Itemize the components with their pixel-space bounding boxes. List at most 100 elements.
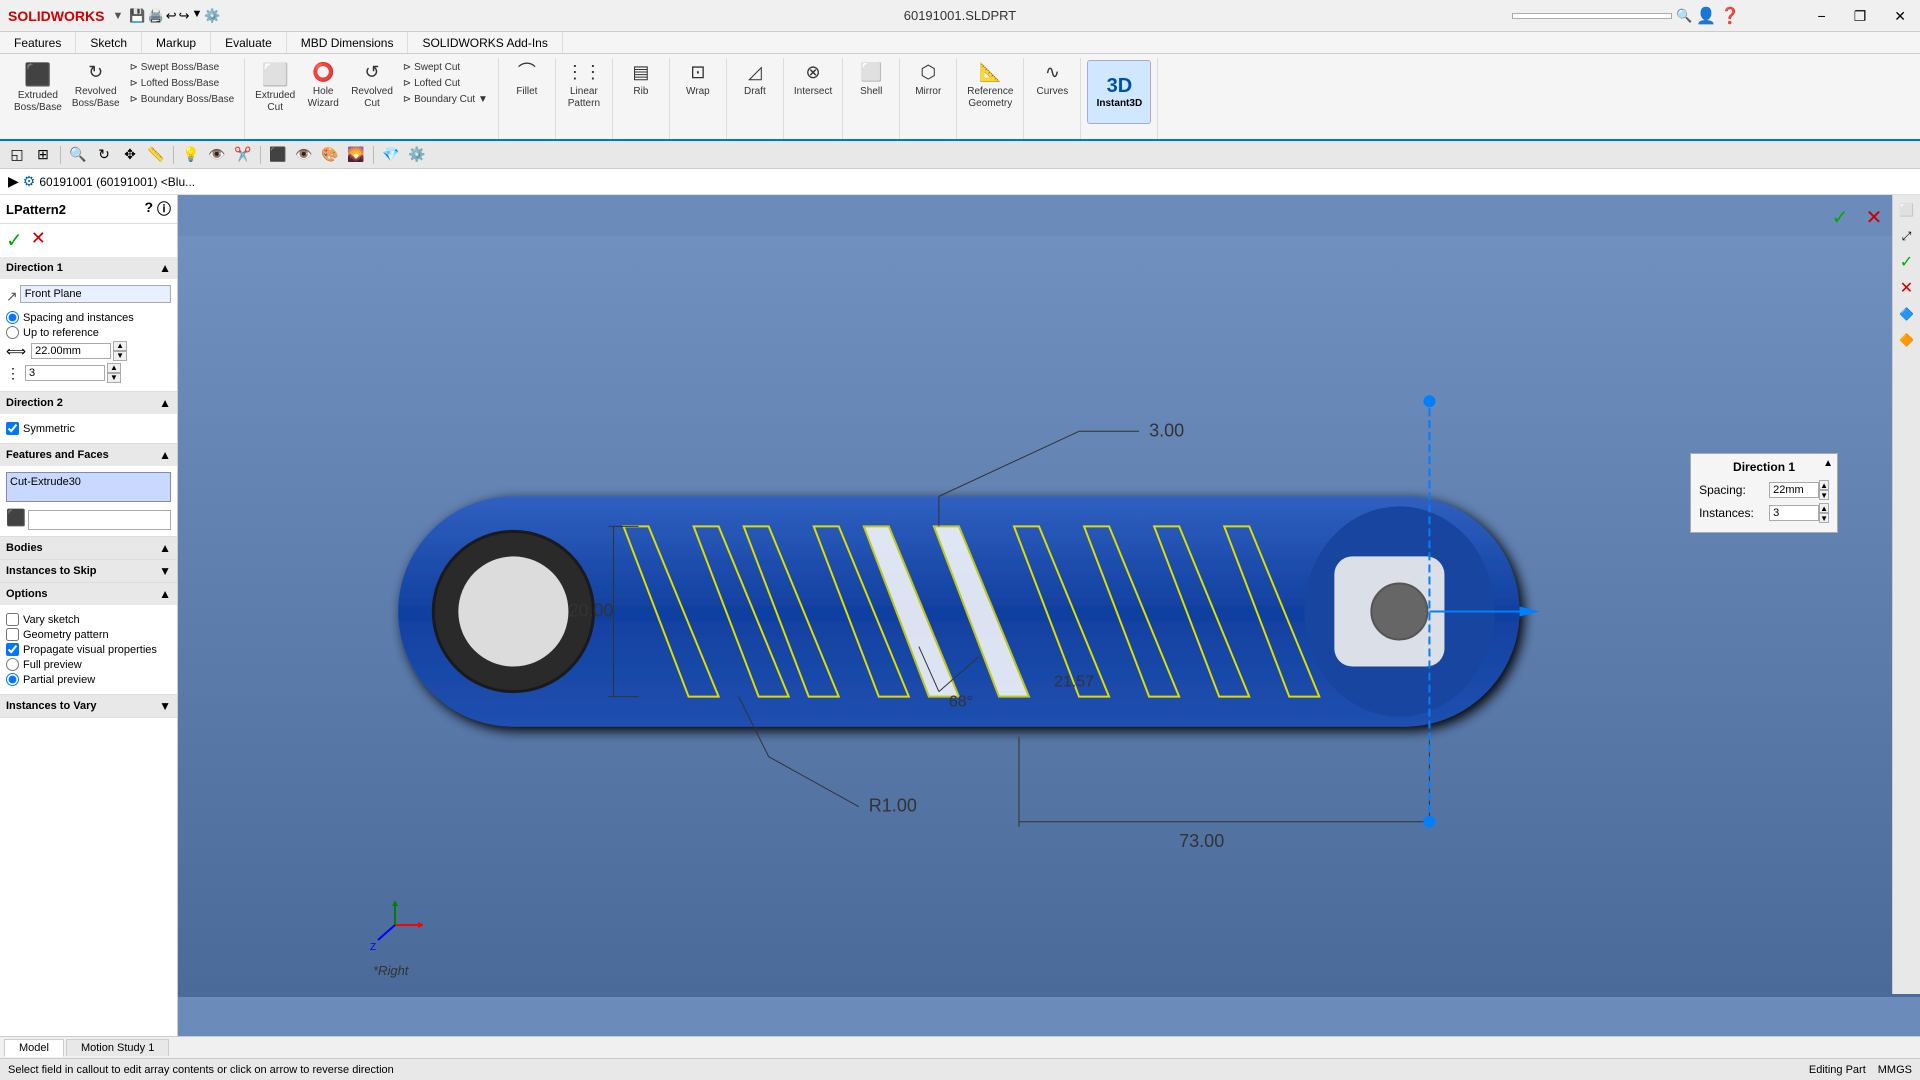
tab-features[interactable]: Features [0, 32, 76, 53]
shell-button[interactable]: ⬜ Shell [849, 60, 893, 100]
user-icon[interactable]: 👤 [1696, 6, 1716, 26]
wrap-button[interactable]: ⊡ Wrap [676, 60, 720, 100]
boundary-boss-base-button[interactable]: ⊳ Boundary Boss/Base [126, 92, 239, 107]
swept-boss-base-button[interactable]: ⊳ Swept Boss/Base [126, 60, 239, 75]
callout-instances-down[interactable]: ▼ [1819, 513, 1829, 523]
features-faces-header[interactable]: Features and Faces ▲ [0, 444, 177, 466]
tab-evaluate[interactable]: Evaluate [211, 32, 287, 53]
tb-hide-show[interactable]: 👁️ [293, 144, 315, 166]
hole-wizard-button[interactable]: ⭕ HoleWizard [301, 60, 345, 112]
spacing-down[interactable]: ▼ [113, 351, 127, 361]
instances-skip-header[interactable]: Instances to Skip ▼ [0, 560, 177, 582]
tb-settings[interactable]: ⚙️ [406, 144, 428, 166]
tab-sketch[interactable]: Sketch [76, 32, 142, 53]
fillet-button[interactable]: ⌒ Fillet [505, 60, 549, 100]
tab-model[interactable]: Model [4, 1039, 64, 1057]
tb-rotate-btn[interactable]: ↻ [93, 144, 115, 166]
linear-pattern-button[interactable]: ⋮⋮ LinearPattern [562, 60, 606, 112]
extruded-boss-base-button[interactable]: ⬛ ExtrudedBoss/Base [10, 60, 66, 116]
swept-cut-button[interactable]: ⊳ Swept Cut [399, 60, 492, 75]
instances-down[interactable]: ▼ [107, 373, 121, 383]
instances-up[interactable]: ▲ [107, 363, 121, 373]
tb-section-view[interactable]: ✂️ [232, 144, 254, 166]
revolved-cut-button[interactable]: ↺ RevolvedCut [347, 60, 397, 112]
features-face-input[interactable] [28, 510, 171, 530]
callout-instances-up[interactable]: ▲ [1819, 503, 1829, 513]
spacing-up[interactable]: ▲ [113, 341, 127, 351]
tb-view-btn1[interactable]: ◱ [6, 144, 28, 166]
quick-access-dropdown[interactable]: ▼ [192, 8, 203, 24]
ok-button[interactable]: ✓ [6, 228, 23, 253]
direction1-collapse[interactable]: ▲ [159, 261, 171, 275]
tb-zoom-btn[interactable]: 🔍 [67, 144, 89, 166]
tb-display-style[interactable]: ⬛ [267, 144, 289, 166]
instances-input[interactable] [25, 365, 105, 381]
features-list-box[interactable]: Cut-Extrude30 [6, 472, 171, 502]
search-icon[interactable]: 🔍 [1676, 8, 1692, 24]
quick-access-redo[interactable]: ↪ [179, 8, 190, 24]
callout-collapse-button[interactable]: ▲ [1823, 458, 1833, 469]
symmetric-checkbox[interactable] [6, 422, 19, 435]
direction2-header[interactable]: Direction 2 ▲ [0, 392, 177, 414]
tab-mbd[interactable]: MBD Dimensions [287, 32, 409, 53]
draft-button[interactable]: ◿ Draft [733, 60, 777, 100]
tb-display-btn[interactable]: 💡 [180, 144, 202, 166]
direction1-header[interactable]: Direction 1 ▲ [0, 257, 177, 279]
lofted-boss-base-button[interactable]: ⊳ Lofted Boss/Base [126, 76, 239, 91]
reference-geometry-button[interactable]: 📐 ReferenceGeometry [963, 60, 1017, 112]
spacing-input[interactable] [31, 343, 111, 359]
geometry-pattern-checkbox[interactable] [6, 628, 19, 641]
partial-preview-radio[interactable] [6, 673, 19, 686]
tab-motion-study[interactable]: Motion Study 1 [66, 1039, 169, 1056]
right-arrow1-icon[interactable]: ✓ [1896, 251, 1918, 273]
quick-access-options[interactable]: ⚙️ [204, 8, 220, 24]
callout-spacing-down[interactable]: ▼ [1819, 490, 1829, 500]
tb-measure-btn[interactable]: 📏 [145, 144, 167, 166]
intersect-button[interactable]: ⊗ Intersect [790, 60, 836, 100]
callout-spacing-input[interactable] [1769, 482, 1819, 498]
features-faces-collapse[interactable]: ▲ [159, 448, 171, 462]
revolved-boss-base-button[interactable]: ↻ RevolvedBoss/Base [68, 60, 124, 112]
right-arrow2-icon[interactable]: ✕ [1896, 277, 1918, 299]
rib-button[interactable]: ▤ Rib [619, 60, 663, 100]
panel-info-icon[interactable]: ⓘ [157, 199, 171, 219]
boundary-cut-button[interactable]: ⊳ Boundary Cut ▼ [399, 92, 492, 107]
instances-vary-collapse[interactable]: ▼ [159, 699, 171, 713]
right-expand-icon[interactable]: ⬜ [1896, 199, 1918, 221]
up-to-reference-radio[interactable] [6, 326, 19, 339]
bodies-header[interactable]: Bodies ▲ [0, 537, 177, 559]
breadcrumb-arrow[interactable]: ▶ [8, 173, 19, 190]
right-zoom-icon[interactable]: ⤢ [1896, 225, 1918, 247]
3d-viewport[interactable]: 3.00 20.00 R1.00 73.00 68° 21.57 [178, 195, 1920, 1038]
bodies-collapse[interactable]: ▲ [159, 541, 171, 555]
tab-addins[interactable]: SOLIDWORKS Add-Ins [408, 32, 562, 53]
quick-access-save[interactable]: 💾 [129, 8, 145, 24]
cancel-button[interactable]: ✕ [31, 228, 46, 253]
tb-realview[interactable]: 💎 [380, 144, 402, 166]
right-icon4[interactable]: 🔶 [1896, 329, 1918, 351]
viewport-cancel-button[interactable]: ✕ [1860, 203, 1888, 231]
mirror-button[interactable]: ⬡ Mirror [906, 60, 950, 100]
quick-access-print[interactable]: 🖨️ [148, 8, 164, 24]
callout-instances-input[interactable] [1769, 505, 1819, 521]
lofted-cut-button[interactable]: ⊳ Lofted Cut [399, 76, 492, 91]
curves-button[interactable]: ∿ Curves [1030, 60, 1074, 100]
tb-scene[interactable]: 🌄 [345, 144, 367, 166]
direction1-plane-input[interactable] [20, 285, 171, 303]
tb-view-btn2[interactable]: ⊞ [32, 144, 54, 166]
direction2-collapse[interactable]: ▲ [159, 396, 171, 410]
options-header[interactable]: Options ▲ [0, 583, 177, 605]
instances-vary-header[interactable]: Instances to Vary ▼ [0, 695, 177, 717]
viewport-ok-button[interactable]: ✓ [1826, 203, 1854, 231]
vary-sketch-checkbox[interactable] [6, 613, 19, 626]
propagate-visual-checkbox[interactable] [6, 643, 19, 656]
options-collapse[interactable]: ▲ [159, 587, 171, 601]
extruded-cut-button[interactable]: ⬜ ExtrudedCut [251, 60, 299, 116]
search-box[interactable] [1512, 13, 1672, 19]
tab-markup[interactable]: Markup [142, 32, 211, 53]
tb-view-orient[interactable]: 👁️ [206, 144, 228, 166]
quick-access-undo[interactable]: ↩ [166, 8, 177, 24]
close-button[interactable]: ✕ [1880, 0, 1920, 32]
right-icon3[interactable]: 🔷 [1896, 303, 1918, 325]
minimize-button[interactable]: − [1804, 0, 1840, 32]
